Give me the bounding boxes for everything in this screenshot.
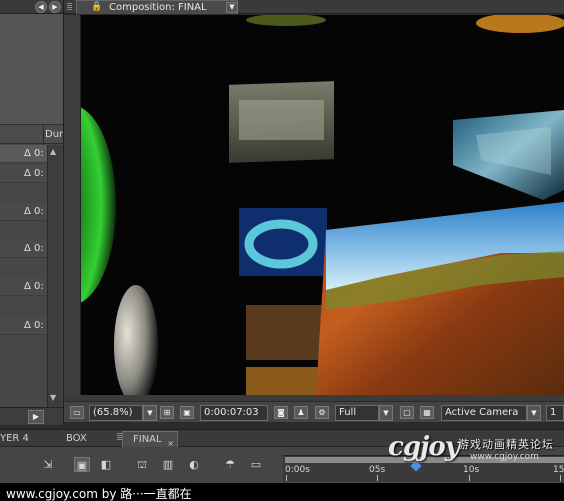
- ruler-tick: [469, 475, 470, 481]
- mask-toggle-icon[interactable]: ▣: [180, 406, 194, 419]
- project-scrollbar[interactable]: ▲ ▼: [47, 145, 62, 407]
- lock-icon[interactable]: 🔒: [91, 2, 102, 12]
- tab-layer-4[interactable]: YER 4: [0, 431, 52, 447]
- composition-tab-label: Composition: FINAL: [109, 2, 207, 13]
- project-column-header: Duration: [0, 124, 63, 145]
- composition-tabbar: 🔒 Composition: FINAL ▼: [64, 0, 564, 14]
- ruler-label: 10s: [463, 465, 480, 475]
- graph-editor-icon[interactable]: ▭: [248, 457, 264, 472]
- watermark-url: www.cgjoy.com: [470, 452, 539, 462]
- resolution-dropdown-icon[interactable]: ▼: [379, 405, 393, 421]
- duration-value: Δ 0:: [24, 281, 44, 292]
- duration-value: Δ 0:: [24, 320, 44, 331]
- frame-blending-icon[interactable]: ▥: [160, 457, 176, 472]
- magnification-dropdown-icon[interactable]: ▼: [143, 405, 157, 421]
- chevron-down-icon[interactable]: ▼: [226, 2, 238, 13]
- magnification-field[interactable]: (65.8%): [89, 405, 143, 421]
- duration-value: Δ 0:: [24, 148, 44, 159]
- watermark-chinese-text: 游戏动画精英论坛: [458, 438, 554, 451]
- column-separator[interactable]: [43, 125, 44, 145]
- ruler-tick: [377, 475, 378, 481]
- panel-play-icon[interactable]: ▶: [49, 1, 61, 13]
- view-layout-field[interactable]: 1: [546, 405, 564, 421]
- camera-dropdown-icon[interactable]: ▼: [527, 405, 541, 421]
- ruler-label: 15: [553, 465, 564, 475]
- tab-final[interactable]: FINAL ×: [122, 431, 178, 448]
- duration-value: Δ 0:: [24, 243, 44, 254]
- viewer-left-frame: [64, 15, 81, 400]
- always-preview-icon[interactable]: ▭: [70, 406, 84, 419]
- tab-composition-final[interactable]: 🔒 Composition: FINAL ▼: [76, 0, 238, 14]
- duration-value: Δ 0:: [24, 206, 44, 217]
- safe-zones-icon[interactable]: ⊞: [160, 406, 174, 419]
- transparency-grid-icon[interactable]: ▦: [420, 406, 434, 419]
- composition-viewer[interactable]: [81, 15, 564, 395]
- caption-bar: www.cgjoy.com by 路···一直都在: [0, 483, 564, 501]
- viewer-toolbar: ▭ (65.8%) ▼ ⊞ ▣ 0:00:07:03 ◙ ♟ ⚙ Full ▼ …: [64, 401, 564, 423]
- project-item-row[interactable]: Δ 0:: [0, 165, 48, 183]
- next-arrow-button[interactable]: ▶: [28, 410, 44, 424]
- ruler-label: 0:00s: [285, 465, 310, 475]
- caption-text: www.cgjoy.com by 路···一直都在: [6, 487, 192, 501]
- project-panel-tabbar: ◀ ▶: [0, 0, 63, 14]
- composition-render: [81, 15, 564, 395]
- region-of-interest-icon[interactable]: ▢: [400, 406, 414, 419]
- project-item-row[interactable]: Δ 0:: [0, 240, 48, 258]
- resolution-field[interactable]: Full: [335, 405, 379, 421]
- ruler-tick: [560, 475, 561, 481]
- orange-card-layer[interactable]: [246, 367, 326, 395]
- show-snapshot-icon[interactable]: ♟: [294, 406, 308, 419]
- panel-menu-icon[interactable]: ◀: [35, 1, 47, 13]
- tab-box[interactable]: BOX: [66, 431, 106, 447]
- brainstorm-icon[interactable]: ☂: [222, 457, 238, 472]
- project-panel: ◀ ▶ Duration Δ 0: Δ 0: Δ 0: Δ 0: Δ 0: Δ …: [0, 0, 64, 425]
- tab-final-label: FINAL: [133, 434, 162, 445]
- current-time-field[interactable]: 0:00:07:03: [200, 405, 268, 421]
- duration-column-header[interactable]: Duration: [45, 129, 63, 140]
- planet-layer[interactable]: [114, 285, 158, 395]
- project-item-row[interactable]: Δ 0:: [0, 317, 48, 335]
- project-item-list: Δ 0: Δ 0: Δ 0: Δ 0: Δ 0: Δ 0:: [0, 145, 48, 405]
- live-update-icon[interactable]: ▣: [74, 457, 90, 472]
- scroll-down-icon[interactable]: ▼: [50, 393, 56, 402]
- project-footer: ▶: [0, 407, 63, 425]
- project-item-row[interactable]: Δ 0:: [0, 203, 48, 221]
- blurred-card-highlight: [239, 100, 324, 140]
- active-camera-field[interactable]: Active Camera: [441, 405, 527, 421]
- motion-blur-icon[interactable]: ◐: [186, 457, 202, 472]
- ruler-tick: [286, 475, 287, 481]
- draft-3d-icon[interactable]: ◧: [98, 457, 114, 472]
- green-globe-layer[interactable]: [81, 105, 116, 305]
- rgb-channels-icon[interactable]: ⚙: [315, 406, 329, 419]
- project-preview-area: [0, 14, 63, 124]
- project-item-row[interactable]: Δ 0:: [0, 145, 48, 163]
- duration-value: Δ 0:: [24, 168, 44, 179]
- shy-layers-icon[interactable]: ⛫: [134, 457, 150, 472]
- ruler-label: 05s: [369, 465, 386, 475]
- orange-layer-top[interactable]: [476, 15, 564, 33]
- project-item-row[interactable]: Δ 0:: [0, 278, 48, 296]
- scroll-up-icon[interactable]: ▲: [50, 147, 56, 156]
- brown-card-layer[interactable]: [246, 305, 326, 360]
- tab-grip-icon[interactable]: [67, 3, 72, 11]
- green-layer-top[interactable]: [246, 15, 326, 26]
- comp-flowchart-icon[interactable]: ⇲: [40, 457, 56, 472]
- snapshot-icon[interactable]: ◙: [274, 406, 288, 419]
- watermark-logo: cgjoy: [388, 432, 460, 462]
